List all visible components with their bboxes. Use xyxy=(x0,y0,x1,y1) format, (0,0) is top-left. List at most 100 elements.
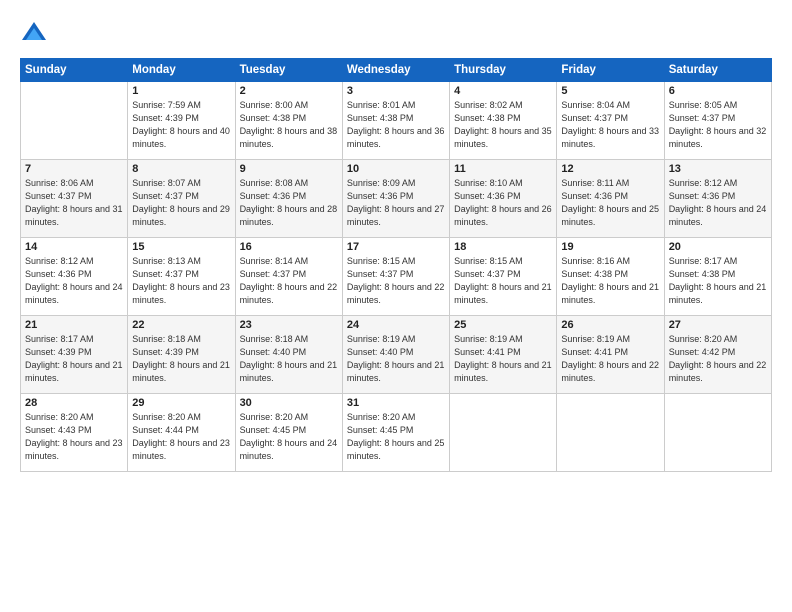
day-number: 4 xyxy=(454,85,552,97)
day-info: Sunrise: 8:11 AMSunset: 4:36 PMDaylight:… xyxy=(561,177,659,229)
calendar-cell: 9 Sunrise: 8:08 AMSunset: 4:36 PMDaylight… xyxy=(235,160,342,238)
calendar-cell: 17 Sunrise: 8:15 AMSunset: 4:37 PMDayligh… xyxy=(342,238,449,316)
day-info: Sunrise: 8:08 AMSunset: 4:36 PMDaylight:… xyxy=(240,177,338,229)
day-info: Sunrise: 8:18 AMSunset: 4:39 PMDaylight:… xyxy=(132,333,230,385)
day-info: Sunrise: 8:15 AMSunset: 4:37 PMDaylight:… xyxy=(454,255,552,307)
calendar-week-row: 28Sunrise: 8:20 AMSunset: 4:43 PMDayligh… xyxy=(21,394,772,472)
weekday-header: Thursday xyxy=(450,59,557,82)
day-number: 15 xyxy=(132,241,230,253)
day-number: 5 xyxy=(561,85,659,97)
weekday-header: Tuesday xyxy=(235,59,342,82)
day-number: 25 xyxy=(454,319,552,331)
calendar-table: SundayMondayTuesdayWednesdayThursdayFrid… xyxy=(20,58,772,472)
calendar-week-row: 14 Sunrise: 8:12 AMSunset: 4:36 PMDayligh… xyxy=(21,238,772,316)
day-number: 24 xyxy=(347,319,445,331)
day-info: Sunrise: 8:02 AMSunset: 4:38 PMDaylight:… xyxy=(454,99,552,151)
day-number: 13 xyxy=(669,163,767,175)
day-number: 8 xyxy=(132,163,230,175)
day-number: 9 xyxy=(240,163,338,175)
day-number: 21 xyxy=(25,319,123,331)
weekday-header-row: SundayMondayTuesdayWednesdayThursdayFrid… xyxy=(21,59,772,82)
day-number: 22 xyxy=(132,319,230,331)
calendar-cell xyxy=(557,394,664,472)
day-info: Sunrise: 8:13 AMSunset: 4:37 PMDaylight:… xyxy=(132,255,230,307)
day-info: Sunrise: 8:04 AMSunset: 4:37 PMDaylight:… xyxy=(561,99,659,151)
day-info: Sunrise: 8:12 AMSunset: 4:36 PMDaylight:… xyxy=(25,255,123,307)
day-info: Sunrise: 8:20 AMSunset: 4:45 PMDaylight:… xyxy=(347,411,445,463)
day-info: Sunrise: 8:19 AMSunset: 4:41 PMDaylight:… xyxy=(454,333,552,385)
weekday-header: Friday xyxy=(557,59,664,82)
day-info: Sunrise: 8:15 AMSunset: 4:37 PMDaylight:… xyxy=(347,255,445,307)
day-info: Sunrise: 8:19 AMSunset: 4:41 PMDaylight:… xyxy=(561,333,659,385)
day-number: 27 xyxy=(669,319,767,331)
calendar-cell: 23 Sunrise: 8:18 AMSunset: 4:40 PMDayligh… xyxy=(235,316,342,394)
calendar-cell: 31 Sunrise: 8:20 AMSunset: 4:45 PMDayligh… xyxy=(342,394,449,472)
header xyxy=(20,16,772,48)
day-number: 16 xyxy=(240,241,338,253)
calendar-cell: 12 Sunrise: 8:11 AMSunset: 4:36 PMDayligh… xyxy=(557,160,664,238)
day-number: 1 xyxy=(132,85,230,97)
calendar-cell xyxy=(664,394,771,472)
weekday-header: Monday xyxy=(128,59,235,82)
day-info: Sunrise: 8:14 AMSunset: 4:37 PMDaylight:… xyxy=(240,255,338,307)
day-info: Sunrise: 8:17 AMSunset: 4:38 PMDaylight:… xyxy=(669,255,767,307)
calendar-page: SundayMondayTuesdayWednesdayThursdayFrid… xyxy=(0,0,792,612)
day-info: Sunrise: 8:06 AMSunset: 4:37 PMDaylight:… xyxy=(25,177,123,229)
logo xyxy=(20,20,52,48)
calendar-cell: 22 Sunrise: 8:18 AMSunset: 4:39 PMDayligh… xyxy=(128,316,235,394)
day-number: 29 xyxy=(132,397,230,409)
calendar-week-row: 7Sunrise: 8:06 AMSunset: 4:37 PMDaylight… xyxy=(21,160,772,238)
day-number: 26 xyxy=(561,319,659,331)
calendar-cell: 30 Sunrise: 8:20 AMSunset: 4:45 PMDayligh… xyxy=(235,394,342,472)
calendar-cell: 8 Sunrise: 8:07 AMSunset: 4:37 PMDaylight… xyxy=(128,160,235,238)
calendar-cell: 11Sunrise: 8:10 AMSunset: 4:36 PMDayligh… xyxy=(450,160,557,238)
calendar-cell: 15 Sunrise: 8:13 AMSunset: 4:37 PMDayligh… xyxy=(128,238,235,316)
day-info: Sunrise: 8:20 AMSunset: 4:45 PMDaylight:… xyxy=(240,411,338,463)
calendar-week-row: 21 Sunrise: 8:17 AMSunset: 4:39 PMDayligh… xyxy=(21,316,772,394)
day-info: Sunrise: 8:07 AMSunset: 4:37 PMDaylight:… xyxy=(132,177,230,229)
day-info: Sunrise: 8:18 AMSunset: 4:40 PMDaylight:… xyxy=(240,333,338,385)
day-info: Sunrise: 8:17 AMSunset: 4:39 PMDaylight:… xyxy=(25,333,123,385)
calendar-cell: 5 Sunrise: 8:04 AMSunset: 4:37 PMDaylight… xyxy=(557,82,664,160)
calendar-cell: 7Sunrise: 8:06 AMSunset: 4:37 PMDaylight… xyxy=(21,160,128,238)
day-number: 12 xyxy=(561,163,659,175)
day-info: Sunrise: 8:20 AMSunset: 4:44 PMDaylight:… xyxy=(132,411,230,463)
calendar-cell: 25 Sunrise: 8:19 AMSunset: 4:41 PMDayligh… xyxy=(450,316,557,394)
day-number: 10 xyxy=(347,163,445,175)
day-number: 23 xyxy=(240,319,338,331)
calendar-cell: 18 Sunrise: 8:15 AMSunset: 4:37 PMDayligh… xyxy=(450,238,557,316)
day-info: Sunrise: 8:12 AMSunset: 4:36 PMDaylight:… xyxy=(669,177,767,229)
day-info: Sunrise: 8:05 AMSunset: 4:37 PMDaylight:… xyxy=(669,99,767,151)
day-number: 31 xyxy=(347,397,445,409)
calendar-cell: 16 Sunrise: 8:14 AMSunset: 4:37 PMDayligh… xyxy=(235,238,342,316)
weekday-header: Sunday xyxy=(21,59,128,82)
day-number: 14 xyxy=(25,241,123,253)
calendar-week-row: 1 Sunrise: 7:59 AMSunset: 4:39 PMDaylight… xyxy=(21,82,772,160)
calendar-cell: 26 Sunrise: 8:19 AMSunset: 4:41 PMDayligh… xyxy=(557,316,664,394)
day-number: 6 xyxy=(669,85,767,97)
weekday-header: Saturday xyxy=(664,59,771,82)
day-number: 20 xyxy=(669,241,767,253)
day-info: Sunrise: 8:19 AMSunset: 4:40 PMDaylight:… xyxy=(347,333,445,385)
day-number: 30 xyxy=(240,397,338,409)
calendar-cell: 14 Sunrise: 8:12 AMSunset: 4:36 PMDayligh… xyxy=(21,238,128,316)
calendar-cell: 28Sunrise: 8:20 AMSunset: 4:43 PMDayligh… xyxy=(21,394,128,472)
day-info: Sunrise: 8:00 AMSunset: 4:38 PMDaylight:… xyxy=(240,99,338,151)
day-info: Sunrise: 8:16 AMSunset: 4:38 PMDaylight:… xyxy=(561,255,659,307)
calendar-cell: 1 Sunrise: 7:59 AMSunset: 4:39 PMDaylight… xyxy=(128,82,235,160)
calendar-cell: 21 Sunrise: 8:17 AMSunset: 4:39 PMDayligh… xyxy=(21,316,128,394)
day-info: Sunrise: 7:59 AMSunset: 4:39 PMDaylight:… xyxy=(132,99,230,151)
calendar-cell: 3Sunrise: 8:01 AMSunset: 4:38 PMDaylight… xyxy=(342,82,449,160)
day-number: 18 xyxy=(454,241,552,253)
calendar-cell: 29 Sunrise: 8:20 AMSunset: 4:44 PMDayligh… xyxy=(128,394,235,472)
weekday-header: Wednesday xyxy=(342,59,449,82)
day-info: Sunrise: 8:20 AMSunset: 4:42 PMDaylight:… xyxy=(669,333,767,385)
calendar-cell: 4 Sunrise: 8:02 AMSunset: 4:38 PMDaylight… xyxy=(450,82,557,160)
calendar-cell: 24 Sunrise: 8:19 AMSunset: 4:40 PMDayligh… xyxy=(342,316,449,394)
day-number: 17 xyxy=(347,241,445,253)
day-info: Sunrise: 8:10 AMSunset: 4:36 PMDaylight:… xyxy=(454,177,552,229)
calendar-cell xyxy=(21,82,128,160)
calendar-cell: 6 Sunrise: 8:05 AMSunset: 4:37 PMDaylight… xyxy=(664,82,771,160)
day-info: Sunrise: 8:09 AMSunset: 4:36 PMDaylight:… xyxy=(347,177,445,229)
calendar-cell: 13 Sunrise: 8:12 AMSunset: 4:36 PMDayligh… xyxy=(664,160,771,238)
